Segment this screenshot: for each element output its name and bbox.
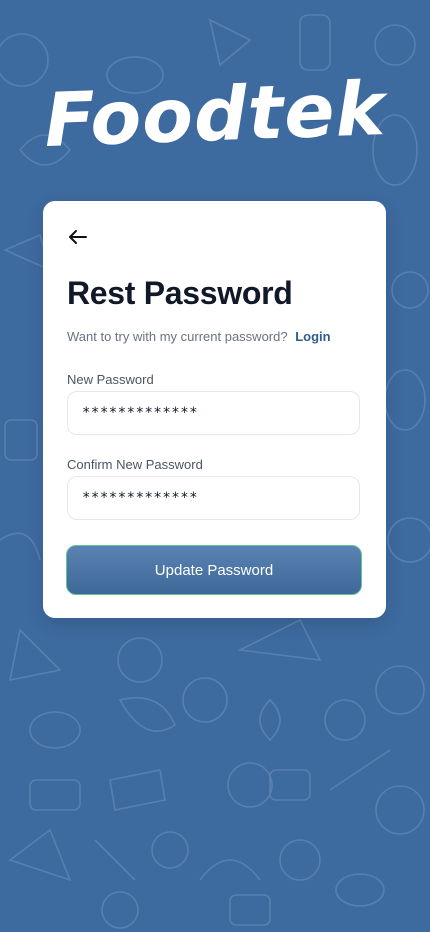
- new-password-label: New Password: [67, 372, 154, 387]
- update-password-button[interactable]: Update Password: [66, 545, 362, 595]
- reset-password-card: Rest Password Want to try with my curren…: [43, 201, 386, 618]
- confirm-password-value: *************: [82, 490, 199, 506]
- subtitle-row: Want to try with my current password? Lo…: [67, 329, 331, 344]
- brand-logo: Foodtek: [42, 66, 388, 164]
- confirm-password-field[interactable]: *************: [67, 476, 360, 520]
- new-password-value: *************: [82, 405, 199, 421]
- confirm-password-label: Confirm New Password: [67, 457, 203, 472]
- subtitle-text: Want to try with my current password?: [67, 329, 288, 344]
- page-title: Rest Password: [67, 275, 293, 311]
- arrow-left-icon: [69, 230, 87, 244]
- back-button[interactable]: [65, 225, 91, 249]
- new-password-field[interactable]: *************: [67, 391, 360, 435]
- login-link[interactable]: Login: [295, 329, 330, 344]
